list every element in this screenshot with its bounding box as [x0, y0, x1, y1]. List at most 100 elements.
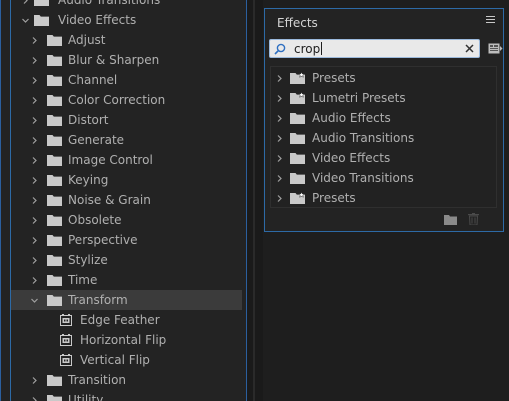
- folder-icon: [47, 215, 62, 226]
- tree-item[interactable]: Stylize: [11, 250, 246, 270]
- chevron-right-icon[interactable]: [28, 94, 40, 106]
- tree-item[interactable]: Video Effects: [11, 10, 246, 30]
- tree-item-label: Edge Feather: [80, 313, 160, 327]
- tree-item-label: Channel: [68, 73, 118, 87]
- tree-item[interactable]: Transition: [11, 370, 246, 390]
- folder-icon: [47, 95, 62, 106]
- tree-item[interactable]: Blur & Sharpen: [11, 50, 246, 70]
- chevron-right-icon[interactable]: [273, 192, 285, 204]
- tree-item-label: Stylize: [68, 253, 108, 267]
- chevron-right-icon[interactable]: [273, 152, 285, 164]
- preset-folder-icon: [290, 192, 305, 204]
- tree-item[interactable]: Obsolete: [11, 210, 246, 230]
- chevron-right-icon[interactable]: [273, 72, 285, 84]
- tree-item-label: Keying: [68, 173, 109, 187]
- effects-list: Presets Lumetri Presets Audio Effects Audio…: [270, 66, 497, 208]
- tree-item[interactable]: Keying: [11, 170, 246, 190]
- search-input[interactable]: [294, 41, 454, 56]
- effects-list-item-label: Presets: [312, 71, 356, 85]
- tree-item[interactable]: Adjust: [11, 30, 246, 50]
- chevron-right-icon[interactable]: [28, 234, 40, 246]
- effects-list-item[interactable]: Audio Transitions: [271, 128, 496, 148]
- folder-icon: [34, 0, 49, 6]
- tree-item[interactable]: Noise & Grain: [11, 190, 246, 210]
- chevron-right-icon[interactable]: [28, 394, 40, 401]
- tree-item-label: Blur & Sharpen: [68, 53, 160, 67]
- video-effect-icon: [60, 354, 72, 366]
- folder-icon: [47, 135, 62, 146]
- tree-item[interactable]: Audio Transitions: [11, 0, 246, 10]
- chevron-right-icon[interactable]: [28, 194, 40, 206]
- chevron-down-icon[interactable]: [19, 14, 31, 26]
- tree-item-label: Transition: [68, 373, 127, 387]
- effects-list-item-label: Lumetri Presets: [312, 91, 406, 105]
- effects-list-item[interactable]: Presets: [271, 188, 496, 208]
- tree-item-label: Utility: [68, 393, 104, 401]
- close-icon[interactable]: [464, 43, 475, 54]
- search-icon: [274, 43, 286, 55]
- tree-item[interactable]: Horizontal Flip: [11, 330, 246, 350]
- chevron-right-icon[interactable]: [28, 214, 40, 226]
- effects-list-item-label: Audio Transitions: [312, 131, 415, 145]
- search-field[interactable]: [269, 39, 480, 58]
- tree-item[interactable]: Perspective: [11, 230, 246, 250]
- folder-icon: [47, 375, 62, 386]
- folder-icon: [47, 395, 62, 401]
- tree-item-label: Perspective: [68, 233, 138, 247]
- chevron-right-icon[interactable]: [273, 132, 285, 144]
- tree-item-label: Video Effects: [58, 13, 137, 27]
- folder-icon: [290, 173, 305, 184]
- chevron-right-icon[interactable]: [28, 34, 40, 46]
- effects-list-item-label: Video Transitions: [312, 171, 414, 185]
- tree-item[interactable]: Utility: [11, 390, 246, 401]
- effects-list-item[interactable]: Video Transitions: [271, 168, 496, 188]
- tree-item[interactable]: Time: [11, 270, 246, 290]
- tree-item[interactable]: Color Correction: [11, 90, 246, 110]
- tree-item[interactable]: Edge Feather: [11, 310, 246, 330]
- chevron-right-icon[interactable]: [28, 74, 40, 86]
- effects-list-item[interactable]: Audio Effects: [271, 108, 496, 128]
- new-folder-icon[interactable]: [444, 214, 457, 225]
- effects-list-item[interactable]: Lumetri Presets: [271, 88, 496, 108]
- chevron-right-icon[interactable]: [273, 92, 285, 104]
- tree-item[interactable]: Channel: [11, 70, 246, 90]
- new-custom-bin-icon[interactable]: [488, 42, 503, 55]
- folder-icon: [47, 35, 62, 46]
- effects-list-item[interactable]: Presets: [271, 68, 496, 88]
- chevron-down-icon[interactable]: [28, 294, 40, 306]
- video-effect-icon: [60, 334, 72, 346]
- panel-divider[interactable]: [247, 0, 263, 401]
- video-effect-icon: [60, 314, 72, 326]
- folder-icon: [47, 275, 62, 286]
- tree-item-label: Audio Transitions: [58, 0, 161, 7]
- chevron-right-icon[interactable]: [273, 112, 285, 124]
- panel-header: Effects: [265, 9, 503, 37]
- chevron-right-icon[interactable]: [28, 274, 40, 286]
- chevron-right-icon[interactable]: [28, 154, 40, 166]
- effects-list-item[interactable]: Video Effects: [271, 148, 496, 168]
- folder-icon: [34, 15, 49, 26]
- chevron-right-icon[interactable]: [28, 114, 40, 126]
- folder-icon: [47, 75, 62, 86]
- chevron-right-icon[interactable]: [28, 254, 40, 266]
- chevron-right-icon[interactable]: [28, 174, 40, 186]
- tree-item-label: Vertical Flip: [80, 353, 150, 367]
- text-caret: [321, 42, 322, 55]
- tree-item[interactable]: Transform: [11, 290, 242, 310]
- tree-item-label: Generate: [68, 133, 125, 147]
- tree-item[interactable]: Image Control: [11, 150, 246, 170]
- trash-icon[interactable]: [468, 213, 479, 225]
- chevron-right-icon[interactable]: [28, 54, 40, 66]
- tree-item[interactable]: Vertical Flip: [11, 350, 246, 370]
- chevron-right-icon[interactable]: [19, 0, 31, 6]
- panel-title: Effects: [277, 16, 318, 30]
- tree-item[interactable]: Distort: [11, 110, 246, 130]
- chevron-right-icon[interactable]: [28, 374, 40, 386]
- tree-item-label: Color Correction: [68, 93, 166, 107]
- chevron-right-icon[interactable]: [28, 134, 40, 146]
- effects-list-item-label: Video Effects: [312, 151, 391, 165]
- tree-item[interactable]: Generate: [11, 130, 246, 150]
- folder-icon: [47, 155, 62, 166]
- hamburger-menu-icon[interactable]: [486, 16, 495, 24]
- chevron-right-icon[interactable]: [273, 172, 285, 184]
